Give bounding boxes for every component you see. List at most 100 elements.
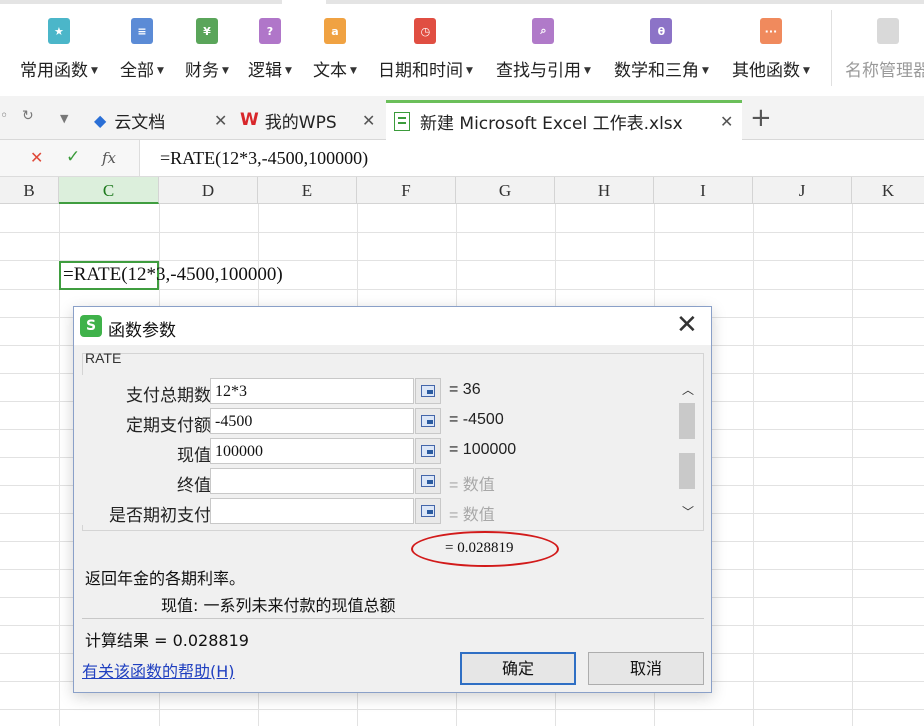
ribbon-item-label: 查找与引用 — [496, 61, 581, 81]
nav-back-icon[interactable]: ◦ — [0, 108, 8, 124]
argument-input[interactable]: 100000 — [210, 438, 414, 464]
chevron-down-icon[interactable]: ﹀ — [682, 503, 694, 520]
argument-result: = -4500 — [449, 411, 504, 428]
checkmark-icon[interactable]: ✓ — [66, 147, 80, 167]
close-icon[interactable]: ✕ — [362, 111, 375, 130]
ribbon-item-label: 全部 — [120, 61, 154, 81]
ribbon-item-label: 日期和时间 — [378, 61, 463, 81]
ribbon-item-label: 文本 — [313, 61, 347, 81]
range-select-icon — [421, 445, 435, 457]
column-header[interactable]: F — [357, 177, 456, 204]
ribbon-finance-button[interactable]: ¥ 财务 ▼ — [185, 14, 229, 86]
ribbon-other-functions-button[interactable]: ··· 其他函数 ▼ — [732, 14, 810, 86]
range-select-button[interactable] — [415, 438, 441, 464]
math-icon: θ — [650, 18, 673, 44]
argument-row: 现值 100000 = 100000 — [82, 438, 677, 466]
text-icon: a — [323, 18, 346, 44]
function-name-label: RATE — [85, 350, 122, 366]
cancel-button[interactable]: 取消 — [588, 652, 704, 685]
tab-cloud-docs[interactable]: ◆ 云文档 ✕ — [94, 100, 234, 140]
argument-label: 终值 — [177, 476, 211, 496]
argument-row: 支付总期数 12*3 = 36 — [82, 378, 677, 406]
column-header[interactable]: G — [456, 177, 555, 204]
ribbon-item-label: 财务 — [185, 61, 219, 81]
chevron-down-icon: ▼ — [803, 66, 810, 76]
ribbon-name-manager-button[interactable]: 名称管理器 — [845, 14, 924, 86]
range-select-button[interactable] — [415, 468, 441, 494]
range-select-icon — [421, 415, 435, 427]
column-header[interactable]: I — [654, 177, 753, 204]
chevron-down-icon: ▼ — [702, 66, 709, 76]
close-icon[interactable]: ✕ — [720, 112, 733, 131]
argument-input[interactable] — [210, 498, 414, 524]
argument-result: = 数值 — [449, 507, 495, 524]
ribbon-date-time-button[interactable]: ◷ 日期和时间 ▼ — [378, 14, 473, 86]
column-header[interactable]: H — [555, 177, 654, 204]
logic-icon: ? — [258, 18, 281, 44]
argument-label: 支付总期数 — [126, 386, 211, 406]
range-select-button[interactable] — [415, 498, 441, 524]
column-header[interactable]: E — [258, 177, 357, 204]
cancel-x-icon[interactable]: ✕ — [30, 148, 43, 167]
clock-icon: ◷ — [414, 18, 437, 44]
ribbon-math-button[interactable]: θ 数学和三角 ▼ — [614, 14, 709, 86]
column-header[interactable]: J — [753, 177, 852, 204]
formula-bar: ✕ ✓ fx =RATE(12*3,-4500,100000) — [0, 140, 924, 177]
calculation-result: 计算结果 = 0.028819 — [85, 631, 249, 650]
argument-input[interactable]: 12*3 — [210, 378, 414, 404]
ok-button[interactable]: 确定 — [460, 652, 576, 685]
column-header[interactable]: D — [159, 177, 258, 204]
column-header[interactable]: B — [0, 177, 59, 204]
finance-icon: ¥ — [195, 18, 218, 44]
star-function-icon: ★ — [47, 18, 70, 44]
arguments-scrollbar[interactable]: ︿ ﹀ — [679, 379, 697, 523]
chevron-down-icon: ▼ — [466, 66, 473, 76]
argument-input[interactable] — [210, 468, 414, 494]
chevron-down-icon: ▼ — [584, 66, 591, 76]
argument-label: 定期支付额 — [126, 416, 211, 436]
ribbon-common-functions-button[interactable]: ★ 常用函数 ▼ — [20, 14, 98, 86]
tab-my-wps[interactable]: W 我的WPS ✕ — [240, 100, 380, 140]
argument-result: = 36 — [449, 381, 481, 398]
function-help-link[interactable]: 有关该函数的帮助(H) — [82, 658, 235, 682]
chevron-down-icon: ▼ — [157, 66, 164, 76]
formula-input[interactable]: =RATE(12*3,-4500,100000) — [160, 148, 368, 169]
ribbon-text-button[interactable]: a 文本 ▼ — [313, 14, 357, 86]
column-header-selected[interactable]: C — [59, 177, 159, 204]
range-select-button[interactable] — [415, 408, 441, 434]
range-select-icon — [421, 475, 435, 487]
ribbon-separator — [831, 10, 832, 86]
chevron-up-icon[interactable]: ︿ — [682, 381, 694, 398]
scrollbar-thumb[interactable] — [679, 403, 695, 489]
ribbon-all-functions-button[interactable]: ≡ 全部 ▼ — [120, 14, 164, 86]
wps-logo-icon: W — [240, 110, 259, 130]
argument-input[interactable]: -4500 — [210, 408, 414, 434]
ribbon-item-label: 其他函数 — [732, 61, 800, 81]
arguments-list: 支付总期数 12*3 = 36 定期支付额 -4500 = -4500 现值 1… — [82, 375, 677, 526]
close-icon[interactable]: ✕ — [214, 111, 227, 130]
ribbon-lookup-button[interactable]: ⌕ 查找与引用 ▼ — [496, 14, 591, 86]
ribbon-item-label: 常用函数 — [20, 61, 88, 81]
argument-row: 是否期初支付 = 数值 — [82, 498, 677, 526]
close-icon[interactable]: ✕ — [676, 311, 698, 339]
tab-label: 我的WPS — [264, 112, 337, 133]
tab-list-dropdown-icon[interactable]: ▼ — [60, 112, 68, 125]
ribbon-item-label: 逻辑 — [248, 61, 282, 81]
argument-label: 现值 — [177, 446, 211, 466]
dialog-title: 函数参数 — [108, 321, 176, 341]
dialog-title-bar[interactable]: S 函数参数 ✕ — [74, 307, 711, 345]
range-select-icon — [421, 385, 435, 397]
document-tab-bar: ◦ ↻ ▼ ◆ 云文档 ✕ W 我的WPS ✕ 新建 Microsoft Exc… — [0, 96, 924, 140]
plus-icon[interactable]: + — [750, 103, 772, 133]
range-select-button[interactable] — [415, 378, 441, 404]
ribbon-top-border — [0, 0, 924, 4]
column-header[interactable]: K — [852, 177, 924, 204]
function-ribbon: ★ 常用函数 ▼ ≡ 全部 ▼ ¥ 财务 ▼ ? 逻辑 ▼ a 文本 ▼ ◷ 日期和时间 ▼… — [0, 0, 924, 96]
refresh-icon[interactable]: ↻ — [22, 108, 34, 124]
ribbon-logic-button[interactable]: ? 逻辑 ▼ — [248, 14, 292, 86]
divider — [82, 618, 704, 619]
tab-excel-file[interactable]: 新建 Microsoft Excel 工作表.xlsx ✕ — [386, 100, 742, 140]
insert-function-icon[interactable]: fx — [102, 149, 116, 167]
argument-row: 定期支付额 -4500 = -4500 — [82, 408, 677, 436]
name-manager-icon — [877, 18, 899, 44]
